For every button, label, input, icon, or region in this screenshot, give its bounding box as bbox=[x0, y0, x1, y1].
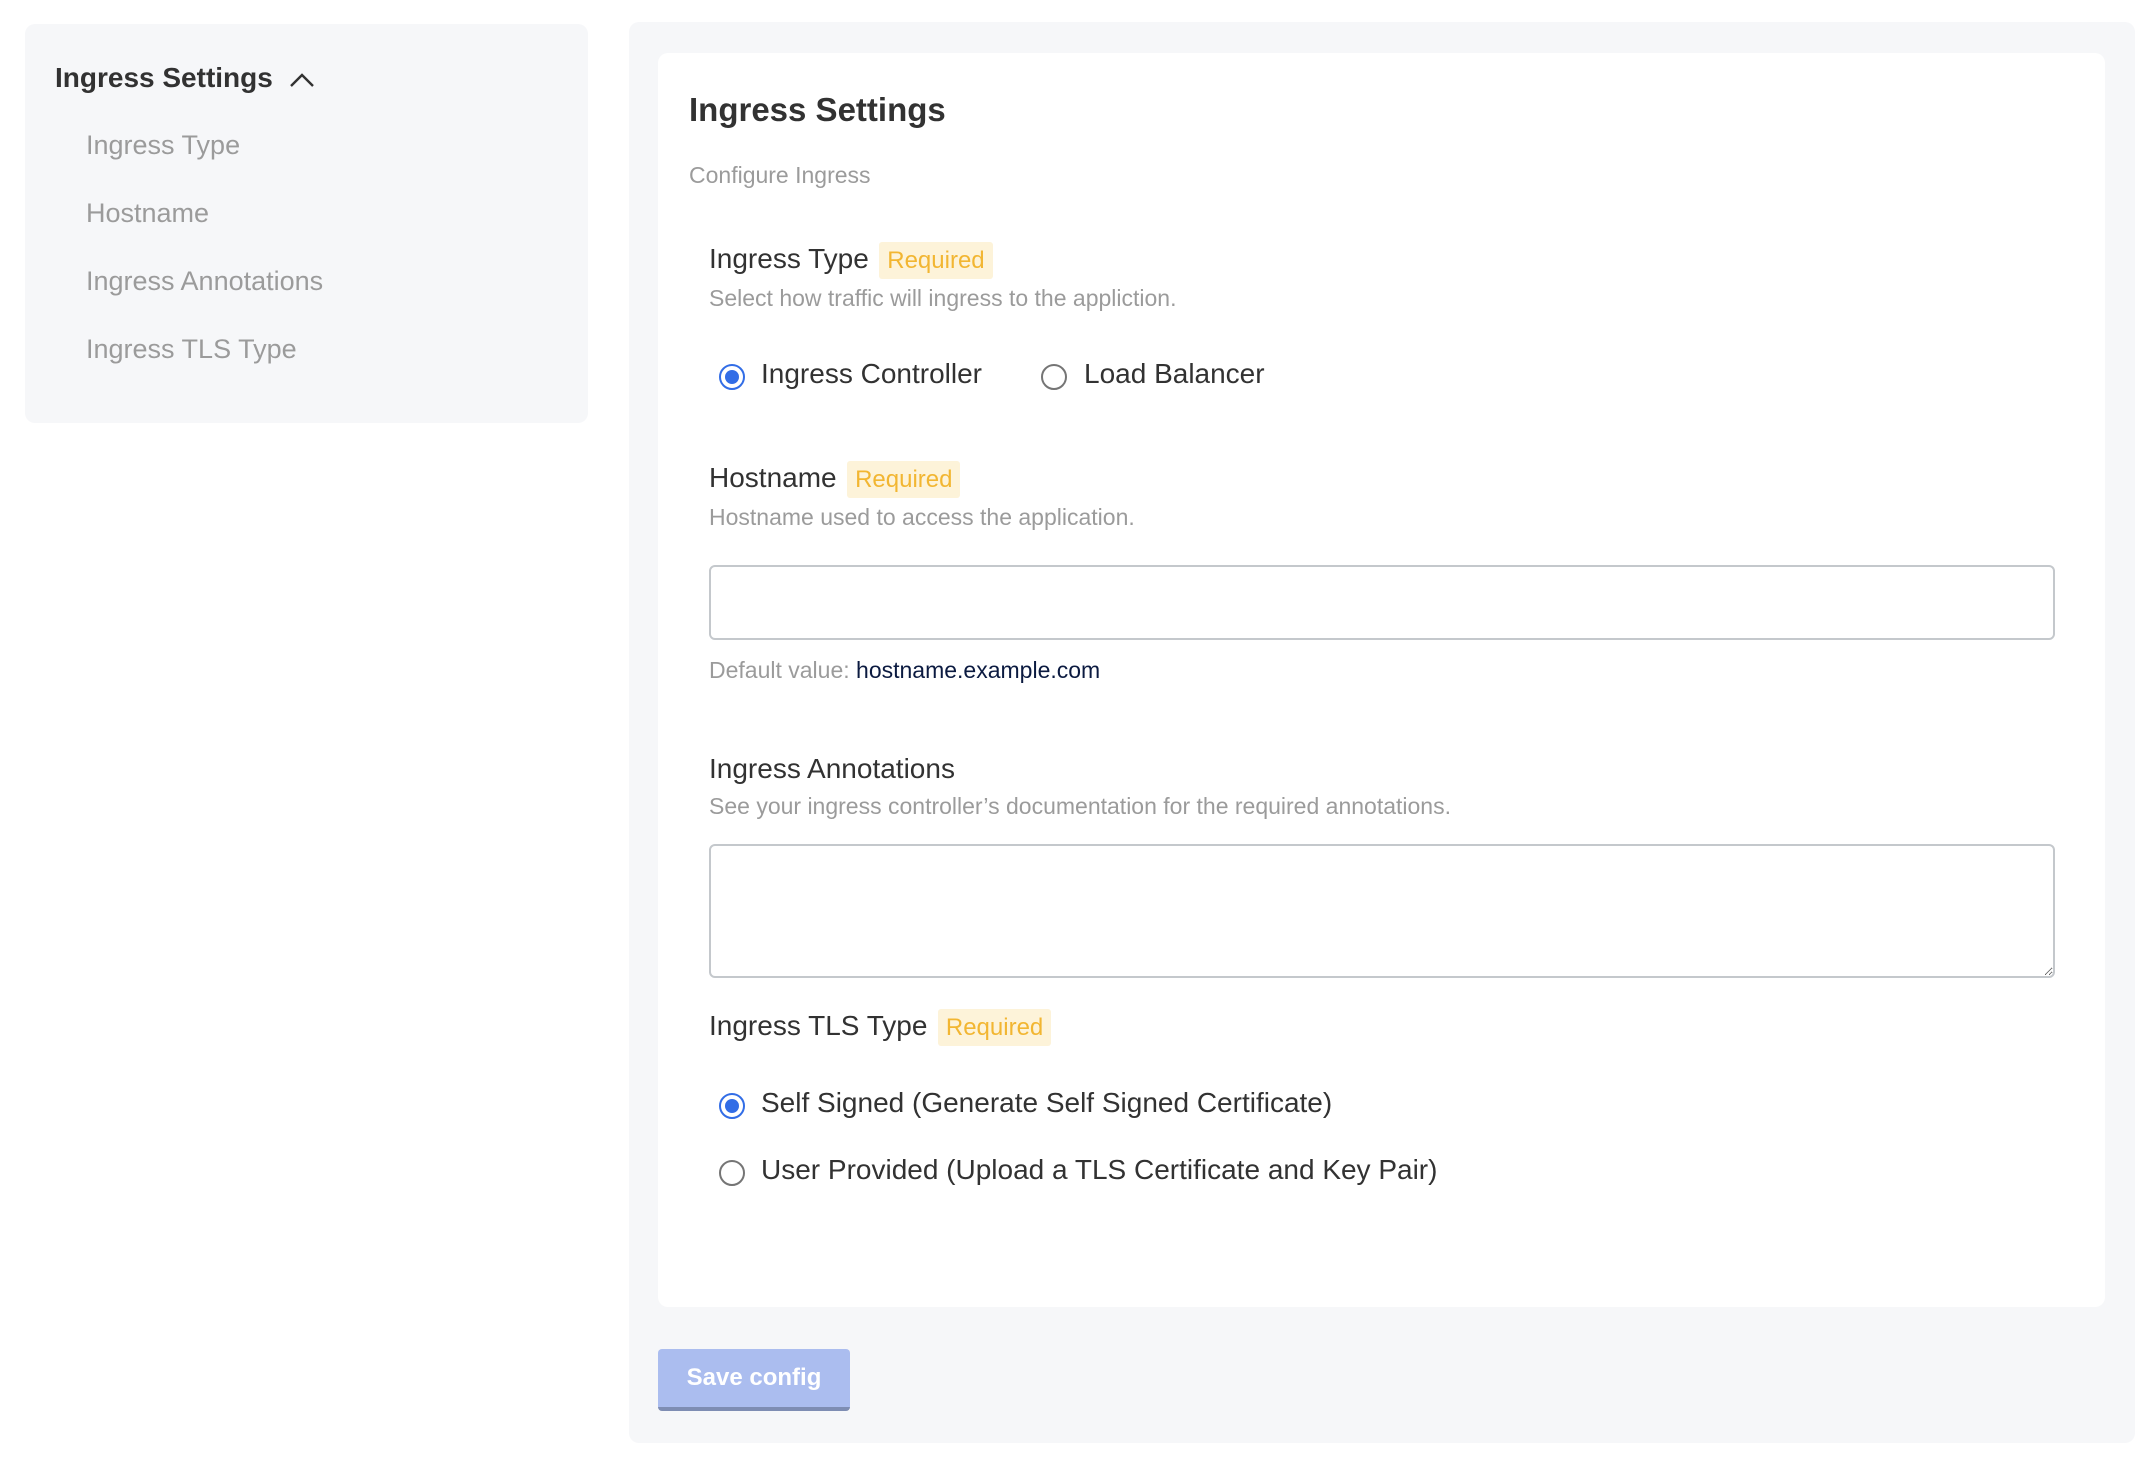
page-title: Ingress Settings bbox=[689, 91, 946, 128]
required-badge: Required bbox=[847, 461, 961, 498]
annotations-label: Ingress Annotations bbox=[709, 753, 955, 784]
sidebar-nav: Ingress Settings Ingress Type Hostname I… bbox=[25, 24, 588, 423]
hostname-default: Default value: hostname.example.com bbox=[709, 657, 1100, 684]
radio-self-signed-label[interactable]: Self Signed (Generate Self Signed Certif… bbox=[761, 1087, 1332, 1119]
tls-type-label: Ingress TLS Type bbox=[709, 1010, 928, 1041]
hostname-header: Hostname Required bbox=[709, 461, 961, 498]
radio-user-provided-label[interactable]: User Provided (Upload a TLS Certificate … bbox=[761, 1154, 1437, 1186]
sidebar-item-ingress-type[interactable]: Ingress Type bbox=[86, 130, 240, 161]
radio-self-signed[interactable] bbox=[719, 1093, 745, 1119]
hostname-label: Hostname bbox=[709, 462, 837, 493]
required-badge: Required bbox=[937, 1009, 1052, 1046]
radio-load-balancer-label[interactable]: Load Balancer bbox=[1084, 358, 1265, 390]
annotations-textarea[interactable] bbox=[709, 844, 2055, 978]
sidebar-header-label: Ingress Settings bbox=[55, 62, 273, 93]
annotations-description: See your ingress controller’s documentat… bbox=[709, 793, 1451, 819]
radio-ingress-controller[interactable] bbox=[719, 364, 745, 390]
radio-load-balancer[interactable] bbox=[1041, 364, 1067, 390]
tls-type-header: Ingress TLS Type Required bbox=[709, 1009, 1052, 1046]
ingress-type-label: Ingress Type bbox=[709, 243, 869, 274]
ingress-type-description: Select how traffic will ingress to the a… bbox=[709, 285, 1177, 311]
radio-user-provided[interactable] bbox=[719, 1160, 745, 1186]
default-value-prefix: Default value: bbox=[709, 657, 850, 683]
sidebar-header[interactable]: Ingress Settings bbox=[55, 62, 315, 94]
chevron-up-icon bbox=[289, 72, 314, 87]
sidebar-item-ingress-annotations[interactable]: Ingress Annotations bbox=[86, 266, 323, 297]
required-badge: Required bbox=[879, 242, 993, 279]
default-value: hostname.example.com bbox=[856, 657, 1101, 683]
sidebar-item-hostname[interactable]: Hostname bbox=[86, 198, 209, 229]
sidebar-item-ingress-tls-type[interactable]: Ingress TLS Type bbox=[86, 334, 297, 365]
save-config-button[interactable]: Save config bbox=[658, 1349, 850, 1411]
hostname-input[interactable] bbox=[709, 565, 2055, 640]
ingress-type-header: Ingress Type Required bbox=[709, 242, 993, 279]
hostname-description: Hostname used to access the application. bbox=[709, 504, 1135, 530]
page-subtitle: Configure Ingress bbox=[689, 162, 871, 188]
radio-ingress-controller-label[interactable]: Ingress Controller bbox=[761, 358, 982, 390]
